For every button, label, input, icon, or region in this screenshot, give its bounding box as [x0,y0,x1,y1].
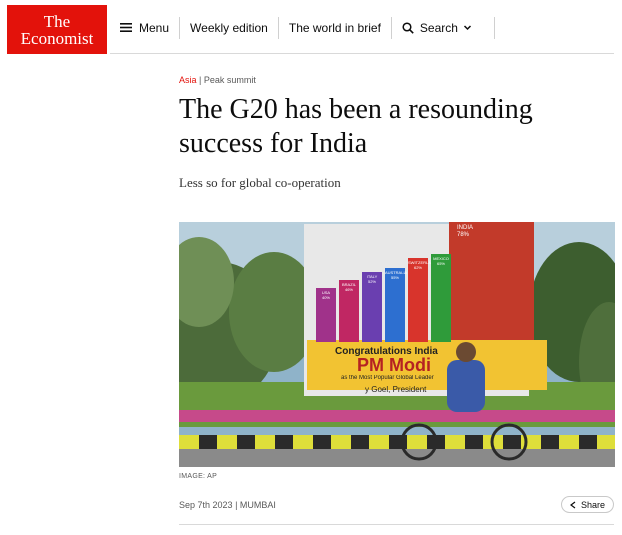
billboard-bar: ITALY 52% [362,271,382,342]
top-navigation: Menu Weekly edition The world in brief S… [110,5,622,50]
menu-icon [120,23,132,32]
chevron-down-icon [463,25,471,31]
hero-image: USA 40% BRAZIL 46% ITALY 52% AUSTRALIA 55% SWITZ… [179,222,615,467]
article-subheadline: Less so for global co-operation [179,175,341,190]
billboard-bar: BRAZIL 46% [339,279,359,342]
publish-date: Sep 7th 2023 [179,500,233,510]
share-icon [569,501,576,508]
billboard-bar: AUSTRALIA 55% [385,267,407,342]
logo-line-2: Economist [20,29,94,48]
billboard-tagline: as the Most Popular Global Leader [341,375,434,381]
menu-button[interactable]: Menu [110,16,181,39]
logo-line-1: The [43,12,71,31]
billboard-bar-pct: 40% [321,295,330,300]
billboard-bar-pct: 62% [413,265,422,271]
billboard-india-label: INDIA 78% [457,225,473,239]
section-link[interactable]: Asia [179,75,197,85]
weekly-edition-label: Weekly edition [190,20,268,35]
billboard-bar-pct: 65% [436,261,445,267]
search-icon [402,21,414,34]
billboard-bar-pct: 46% [344,286,353,292]
billboard-bar-chart: USA 40% BRAZIL 46% ITALY 52% AUSTRALIA 55% SWITZ… [316,222,452,342]
image-credit: IMAGE: AP [179,473,218,480]
search-button[interactable]: Search [392,16,495,39]
billboard-pm: PM Modi [357,355,431,375]
location: MUMBAI [239,500,276,510]
rubric-label: Peak summit [203,75,256,85]
india-pct: 78% [457,232,470,238]
billboard-signed: y Goel, President [365,385,427,394]
footer-divider [179,524,614,525]
world-in-brief-link[interactable]: The world in brief [279,16,392,39]
weekly-edition-link[interactable]: Weekly edition [180,16,279,39]
dateline: Sep 7th 2023 | MUMBAI [179,500,276,510]
article-headline: The G20 has been a resounding success fo… [179,94,533,159]
share-button[interactable]: Share [561,496,614,513]
menu-label: Menu [139,20,170,35]
billboard-bar: SWITZERLAND 62% [408,258,437,342]
world-in-brief-label: The world in brief [288,20,381,35]
article-rubric: Asia | Peak summit [179,75,256,85]
share-label: Share [580,499,606,510]
billboard-bar-pct: 55% [390,274,399,280]
india-label: INDIA [457,225,474,231]
billboard-bar: USA 40% [316,288,336,342]
search-label: Search [419,20,458,35]
header-divider [110,53,614,54]
billboard-bar-pct: 52% [367,278,376,284]
billboard-bar: MEXICO 65% [431,254,451,342]
economist-logo[interactable]: The Economist [7,5,107,54]
